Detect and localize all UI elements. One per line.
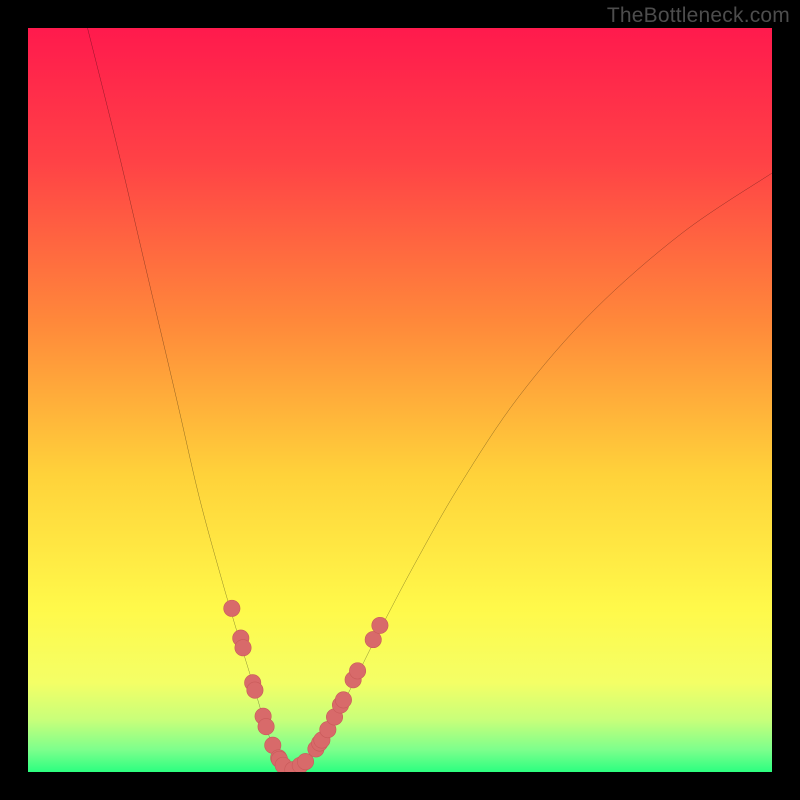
data-point (349, 663, 365, 679)
plot-area (28, 28, 772, 772)
data-point (224, 600, 240, 616)
chart-frame: TheBottleneck.com (0, 0, 800, 800)
curve-left-branch (88, 28, 289, 772)
attribution-label: TheBottleneck.com (607, 4, 790, 28)
data-point (335, 692, 351, 708)
data-point (235, 640, 251, 656)
data-point-markers (224, 600, 388, 772)
data-point (258, 718, 274, 734)
data-point (372, 617, 388, 633)
bottleneck-curve (28, 28, 772, 772)
data-point (247, 682, 263, 698)
